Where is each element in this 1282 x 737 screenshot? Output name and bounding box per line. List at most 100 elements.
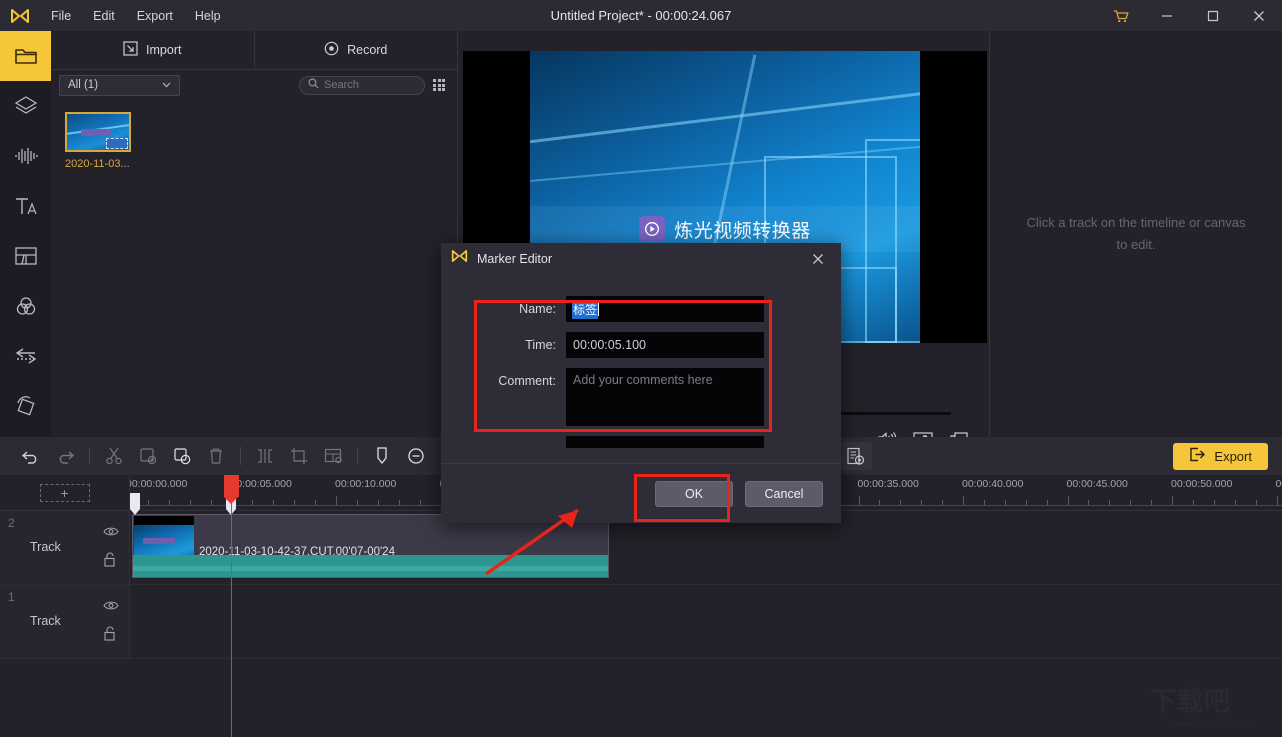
ruler-tick-major	[963, 496, 964, 505]
eye-icon[interactable]	[103, 598, 119, 616]
search-input[interactable]	[324, 79, 416, 91]
ruler-tick-minor	[942, 500, 944, 505]
ruler-tick-minor	[419, 500, 421, 505]
project-settings-icon[interactable]	[838, 442, 873, 470]
undo-button[interactable]	[14, 441, 48, 471]
crop-button[interactable]	[282, 441, 316, 471]
sidebar-item-media[interactable]	[0, 31, 51, 81]
ruler-tick-minor	[1088, 500, 1090, 505]
sidebar-item-motion-effects[interactable]	[0, 381, 51, 431]
menu-bar: File Edit Export Help	[40, 5, 232, 27]
menu-file[interactable]: File	[40, 5, 82, 27]
minimize-icon[interactable]	[1144, 0, 1190, 31]
cancel-button[interactable]: Cancel	[745, 480, 823, 507]
ruler-tick-label: 00:00:45.000	[1066, 478, 1128, 490]
ruler-tick-minor	[1130, 500, 1132, 505]
search-box[interactable]	[299, 75, 425, 95]
ruler-tick-minor	[1192, 500, 1194, 505]
window-controls	[1098, 0, 1282, 31]
name-input[interactable]: 标签	[566, 296, 764, 322]
watermark-url: www.xiazaiba.com	[1173, 719, 1253, 730]
export-button[interactable]: Export	[1173, 442, 1268, 470]
sidebar-rail	[0, 31, 51, 437]
name-field-row: Name: 标签	[441, 296, 841, 322]
track-label: Track	[30, 540, 61, 554]
ruler-tick-minor	[294, 500, 296, 505]
timeline-marker-zero[interactable]	[130, 493, 140, 515]
duplicate-button[interactable]	[165, 441, 199, 471]
chevron-down-icon	[162, 79, 171, 91]
ruler-tick-label: 00:00:10.000	[335, 478, 397, 490]
eye-icon[interactable]	[103, 524, 119, 542]
ruler-tick-minor	[1109, 500, 1111, 505]
ruler-tick-minor	[1213, 500, 1215, 505]
lock-icon[interactable]	[103, 626, 119, 646]
menu-edit[interactable]: Edit	[82, 5, 126, 27]
sidebar-item-transitions[interactable]	[0, 331, 51, 381]
sidebar-item-audio[interactable]	[0, 131, 51, 181]
cut-button[interactable]	[97, 441, 131, 471]
time-field-row: Time:	[441, 332, 841, 358]
playhead[interactable]	[224, 475, 239, 737]
ruler-tick-minor	[147, 500, 149, 505]
media-filter-select[interactable]: All (1)	[59, 74, 180, 96]
delete-button[interactable]	[199, 441, 233, 471]
marker-editor-dialog: Marker Editor Name: 标签 Time: Comment:	[441, 243, 841, 523]
ruler-tick-minor	[879, 500, 881, 505]
app-logo-icon	[0, 8, 40, 24]
media-card[interactable]: 2020-11-03...	[65, 112, 145, 170]
ruler-tick-label: 00:00:50.000	[1171, 478, 1233, 490]
sidebar-item-text[interactable]	[0, 181, 51, 231]
ruler-tick-minor	[315, 500, 317, 505]
dialog-body: Name: 标签 Time: Comment:	[441, 274, 841, 459]
marker-button[interactable]	[365, 441, 399, 471]
ruler-tick-label: 00:00:55	[1275, 478, 1282, 490]
tab-record-label: Record	[347, 43, 388, 57]
track-body-1[interactable]	[130, 585, 1282, 658]
pip-button[interactable]	[316, 441, 350, 471]
zoom-out-button[interactable]	[399, 441, 433, 471]
add-track-button[interactable]: +	[39, 484, 90, 502]
ruler-tick-major	[858, 496, 860, 505]
lock-icon[interactable]	[103, 552, 119, 572]
close-icon[interactable]	[1236, 0, 1282, 31]
ruler-tick-major	[1067, 496, 1069, 505]
app-window: File Edit Export Help Untitled Project* …	[0, 0, 1282, 737]
sidebar-item-color-filters[interactable]	[0, 281, 51, 331]
redo-button[interactable]	[48, 441, 82, 471]
menu-help[interactable]: Help	[184, 5, 232, 27]
grid-view-icon[interactable]	[433, 77, 449, 93]
track-header-2[interactable]: 2 Track	[0, 511, 130, 584]
track-number: 1	[8, 590, 15, 604]
maximize-icon[interactable]	[1190, 0, 1236, 31]
ok-button[interactable]: OK	[655, 480, 733, 507]
tab-import-label: Import	[146, 43, 182, 57]
copy-button[interactable]	[131, 441, 165, 471]
media-filter-value: All (1)	[68, 79, 99, 91]
close-icon[interactable]	[805, 246, 831, 272]
sidebar-item-stickers[interactable]	[0, 81, 51, 131]
ruler-tick-minor	[210, 500, 212, 505]
sidebar-item-split-screen[interactable]	[0, 231, 51, 281]
ruler-tick-major	[1276, 496, 1278, 505]
menu-export[interactable]: Export	[126, 5, 184, 27]
ruler-tick-minor	[377, 500, 379, 505]
ruler-tick-minor	[189, 500, 191, 505]
tab-import[interactable]: Import	[51, 31, 255, 69]
dialog-footer: OK Cancel	[441, 463, 841, 523]
cart-icon[interactable]	[1098, 0, 1144, 31]
tab-record[interactable]: Record	[255, 31, 458, 69]
add-track-cell: +	[0, 475, 130, 511]
comment-input[interactable]	[566, 368, 764, 426]
track-header-1[interactable]: 1 Track	[0, 585, 130, 658]
ruler-tick-minor	[921, 500, 923, 505]
properties-panel: Click a track on the timeline or canvas …	[989, 31, 1282, 437]
name-label: Name:	[519, 302, 556, 316]
track-row: 1 Track	[0, 585, 1282, 659]
split-button[interactable]	[248, 441, 282, 471]
time-input[interactable]	[566, 332, 764, 358]
media-thumbnail[interactable]	[65, 112, 131, 152]
timeline-clip[interactable]: 2020-11-03-10-42-37.CUT.00'07-00'24	[132, 514, 609, 578]
search-icon	[308, 76, 319, 94]
playhead-handle[interactable]	[224, 475, 239, 504]
